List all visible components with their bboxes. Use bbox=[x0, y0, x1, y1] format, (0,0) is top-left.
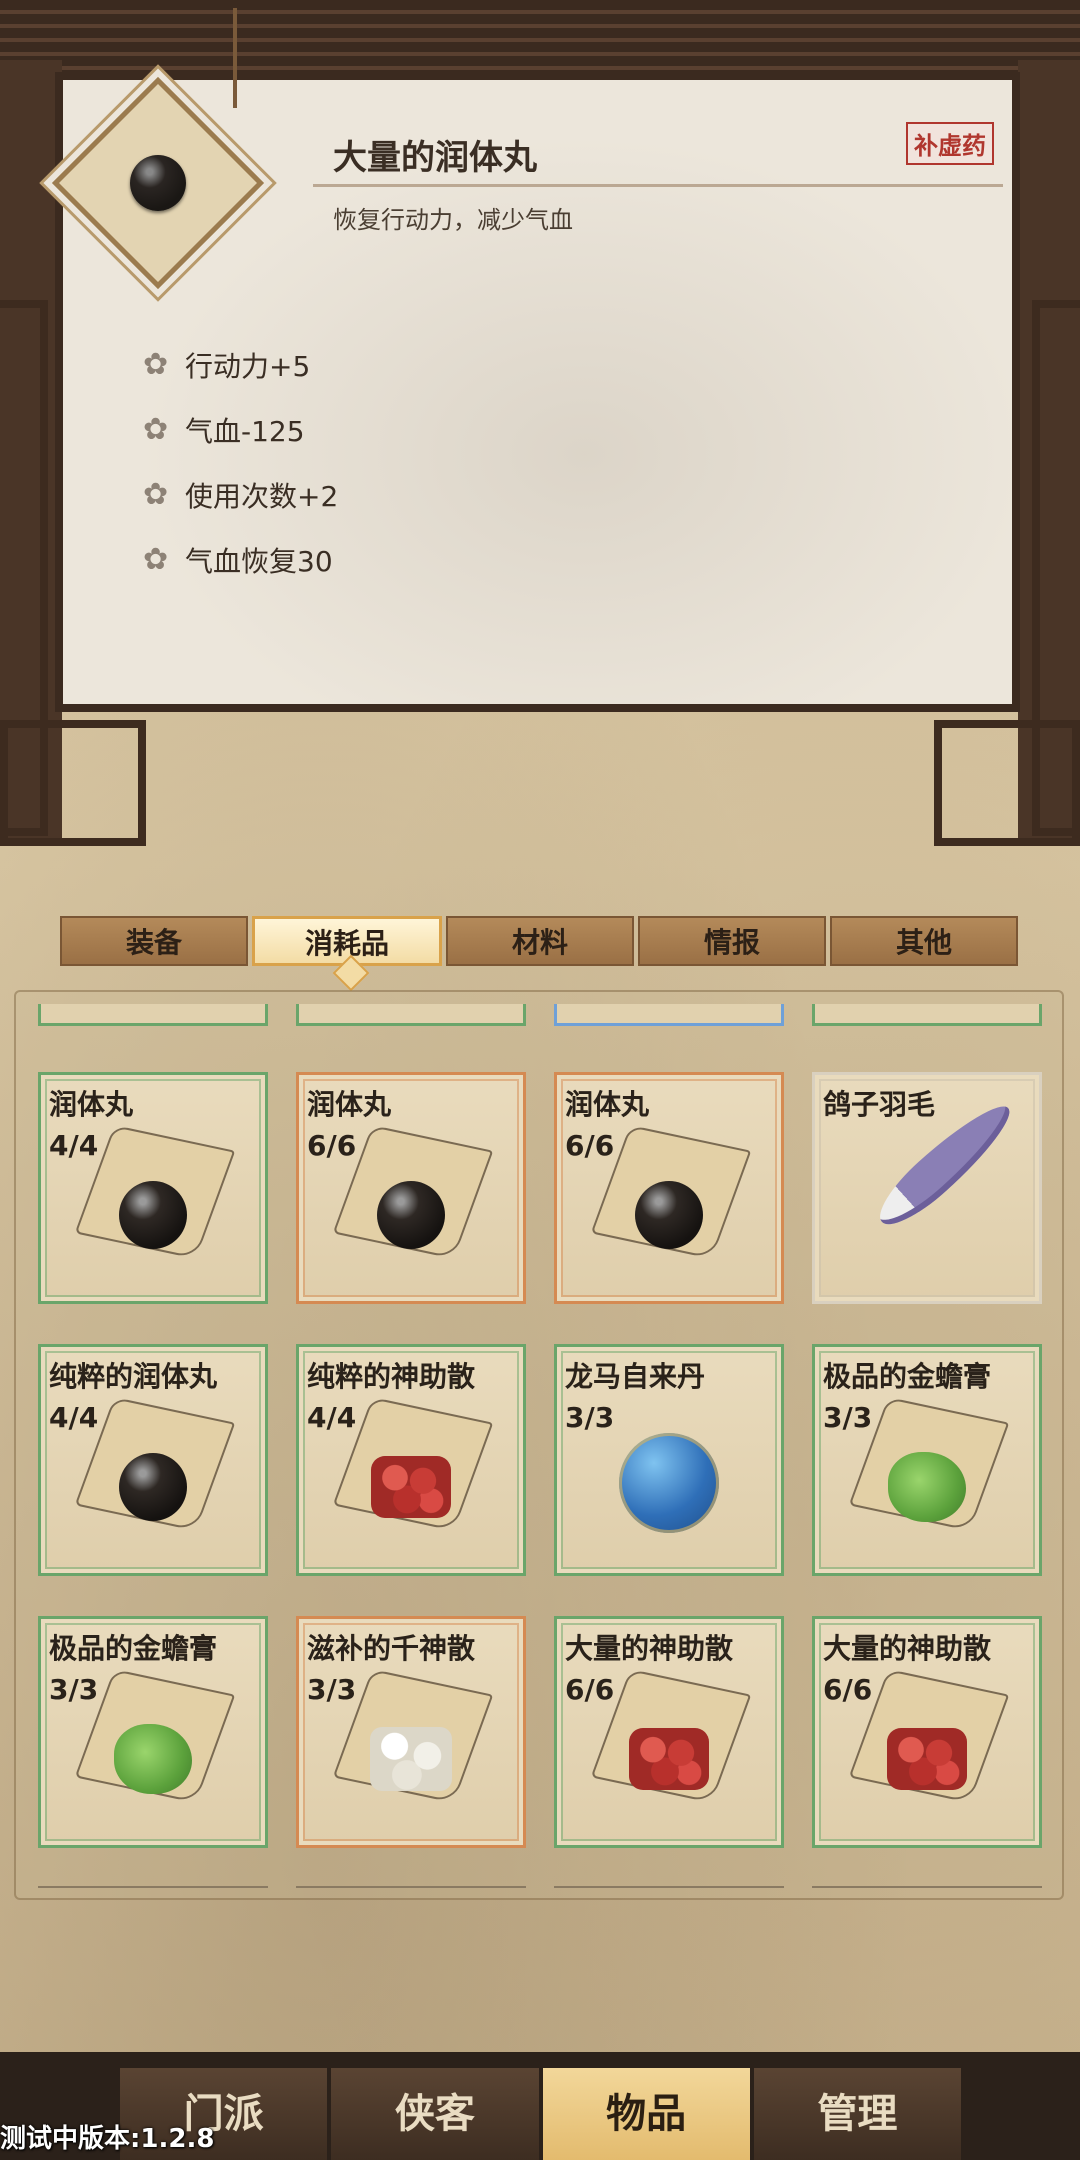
item-card[interactable]: 极品的金蟾膏 3/3 bbox=[38, 1616, 268, 1848]
black-pill-icon bbox=[119, 1453, 187, 1522]
tab-other[interactable]: 其他 bbox=[830, 916, 1018, 966]
blue-orb-icon bbox=[619, 1432, 719, 1533]
red-powder-icon bbox=[887, 1728, 967, 1791]
item-count: 3/3 bbox=[307, 1673, 357, 1706]
green-paste-icon bbox=[888, 1452, 966, 1523]
item-name: 极品的金蟾膏 bbox=[49, 1632, 218, 1665]
black-pill-icon bbox=[130, 155, 186, 211]
partial-card[interactable] bbox=[296, 1886, 526, 1908]
partial-card[interactable] bbox=[554, 1886, 784, 1908]
item-card[interactable]: 鸽子羽毛 bbox=[812, 1072, 1042, 1304]
item-name: 极品的金蟾膏 bbox=[823, 1360, 992, 1393]
item-grid: 润体丸 4/4 润体丸 6/6 润体丸 6/6 鸽子羽毛 纯粹的润体丸 4/4 … bbox=[38, 1072, 1043, 1848]
partial-card[interactable] bbox=[38, 1886, 268, 1908]
item-card[interactable]: 龙马自来丹 3/3 bbox=[554, 1344, 784, 1576]
item-count: 3/3 bbox=[823, 1401, 873, 1434]
partial-card[interactable] bbox=[812, 1886, 1042, 1908]
partial-card[interactable] bbox=[38, 1004, 268, 1026]
item-name: 润体丸 bbox=[307, 1088, 392, 1121]
item-name: 滋补的千神散 bbox=[307, 1632, 476, 1665]
item-name: 大量的神助散 bbox=[823, 1632, 992, 1665]
item-count: 6/6 bbox=[823, 1673, 873, 1706]
stat-text: 行动力+5 bbox=[185, 350, 311, 383]
flower-icon: ✿ bbox=[143, 542, 169, 577]
black-pill-icon bbox=[119, 1181, 187, 1250]
item-count: 4/4 bbox=[49, 1129, 99, 1162]
nav-items[interactable]: 物品 bbox=[540, 2068, 752, 2160]
item-count: 3/3 bbox=[49, 1673, 99, 1706]
right-lattice-bottom bbox=[934, 720, 1080, 846]
item-name: 纯粹的润体丸 bbox=[49, 1360, 218, 1393]
item-name: 鸽子羽毛 bbox=[823, 1088, 936, 1121]
black-pill-icon bbox=[377, 1181, 445, 1250]
black-pill-icon bbox=[635, 1181, 703, 1250]
stat-row: ✿ 气血恢复30 bbox=[143, 540, 333, 580]
item-description: 恢复行动力，减少气血 bbox=[333, 206, 573, 234]
item-card[interactable]: 润体丸 4/4 bbox=[38, 1072, 268, 1304]
white-powder-icon bbox=[370, 1727, 452, 1792]
item-card[interactable]: 润体丸 6/6 bbox=[296, 1072, 526, 1304]
tab-intel[interactable]: 情报 bbox=[638, 916, 826, 966]
tab-materials[interactable]: 材料 bbox=[446, 916, 634, 966]
item-card[interactable]: 润体丸 6/6 bbox=[554, 1072, 784, 1304]
item-card[interactable]: 大量的神助散 6/6 bbox=[554, 1616, 784, 1848]
item-card[interactable]: 纯粹的润体丸 4/4 bbox=[38, 1344, 268, 1576]
tab-equipment[interactable]: 装备 bbox=[60, 916, 248, 966]
left-lattice-bottom bbox=[0, 720, 146, 846]
item-count: 3/3 bbox=[565, 1401, 615, 1434]
stat-text: 气血恢复30 bbox=[185, 545, 333, 578]
hanging-string bbox=[233, 8, 237, 108]
red-powder-icon bbox=[629, 1728, 709, 1791]
title-divider bbox=[313, 184, 1003, 187]
flower-icon: ✿ bbox=[143, 412, 169, 447]
item-card[interactable]: 大量的神助散 6/6 bbox=[812, 1616, 1042, 1848]
red-powder-icon bbox=[371, 1456, 451, 1519]
version-label: 测试中版本:1.2.8 bbox=[0, 2124, 215, 2154]
stat-text: 使用次数+2 bbox=[185, 480, 339, 513]
partial-card[interactable] bbox=[296, 1004, 526, 1026]
item-count: 6/6 bbox=[565, 1673, 615, 1706]
category-tag: 补虚药 bbox=[906, 122, 994, 165]
item-count: 4/4 bbox=[307, 1401, 357, 1434]
item-title: 大量的润体丸 bbox=[333, 138, 537, 178]
bottom-nav: 门派 侠客 物品 管理 bbox=[118, 2068, 963, 2160]
item-name: 龙马自来丹 bbox=[565, 1360, 706, 1393]
item-name: 润体丸 bbox=[49, 1088, 134, 1121]
partial-card[interactable] bbox=[554, 1004, 784, 1026]
partial-card[interactable] bbox=[812, 1004, 1042, 1026]
item-icon-frame bbox=[51, 76, 265, 290]
flower-icon: ✿ bbox=[143, 347, 169, 382]
item-count: 4/4 bbox=[49, 1401, 99, 1434]
stat-row: ✿ 气血-125 bbox=[143, 410, 305, 450]
item-card[interactable]: 纯粹的神助散 4/4 bbox=[296, 1344, 526, 1576]
item-card[interactable]: 滋补的千神散 3/3 bbox=[296, 1616, 526, 1848]
item-count: 6/6 bbox=[307, 1129, 357, 1162]
stat-row: ✿ 使用次数+2 bbox=[143, 475, 338, 515]
item-detail-panel: 大量的润体丸 补虚药 恢复行动力，减少气血 ✿ 行动力+5 ✿ 气血-125 ✿… bbox=[51, 8, 1020, 712]
item-count: 6/6 bbox=[565, 1129, 615, 1162]
item-card[interactable]: 极品的金蟾膏 3/3 bbox=[812, 1344, 1042, 1576]
nav-heroes[interactable]: 侠客 bbox=[329, 2068, 541, 2160]
category-tabs: 装备 消耗品 材料 情报 其他 bbox=[58, 916, 1020, 968]
item-name: 纯粹的神助散 bbox=[307, 1360, 476, 1393]
item-name: 大量的神助散 bbox=[565, 1632, 734, 1665]
green-paste-icon bbox=[114, 1724, 192, 1795]
stat-text: 气血-125 bbox=[185, 415, 305, 448]
flower-icon: ✿ bbox=[143, 477, 169, 512]
item-name: 润体丸 bbox=[565, 1088, 650, 1121]
stat-row: ✿ 行动力+5 bbox=[143, 345, 310, 385]
nav-manage[interactable]: 管理 bbox=[751, 2068, 963, 2160]
